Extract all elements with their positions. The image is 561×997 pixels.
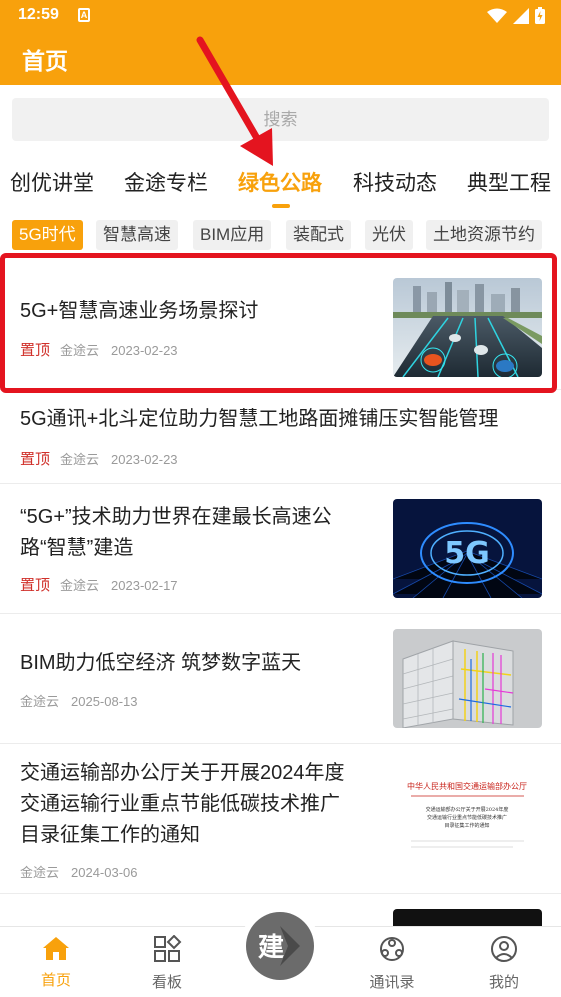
list-item[interactable]: 5G通讯+北斗定位助力智慧工地路面摊铺压实智能管理 置顶 金途云 2023-02-2… [0,390,561,484]
list-item[interactable]: BIM助力低空经济 筑梦数字蓝天 金途云 2025-08-13 [0,614,561,744]
home-icon [43,937,69,960]
contacts-icon [380,937,404,961]
article-title-line: 目录征集工作的通知 [20,824,200,846]
tab-indicator [272,204,290,208]
document-line: 目录征集工作的通知 [444,822,489,829]
article-meta: 置顶 金途云 2023-02-23 [20,339,178,360]
article-date: 2023-02-23 [111,343,178,358]
article-title: 5G通讯+北斗定位助力智慧工地路面摊铺压实智能管理 [20,408,499,430]
article-thumbnail: 5G [393,499,542,598]
chip-bim[interactable]: BIM应用 [193,220,272,250]
battery-icon [535,7,545,24]
chip-solar[interactable]: 光伏 [365,220,413,250]
document-line: 交通运输部办公厅关于开展2024年度 [426,806,509,813]
tab-jintu[interactable]: 金途专栏 [124,167,208,197]
5g-logo-text: 5G [444,536,490,571]
article-title: 交通运输部办公厅关于开展2024年度 交通运输行业重点节能低碳技术推广 目录征集… [20,758,345,851]
tab-typical-projects[interactable]: 典型工程 [467,167,551,197]
chip-5g[interactable]: 5G时代 [12,220,83,250]
nav-label: 通讯录 [369,974,415,991]
article-date: 2023-02-17 [111,578,178,593]
article-source: 金途云 [60,343,100,358]
dashboard-icon [154,934,182,962]
list-item[interactable]: 交通运输部办公厅关于开展2024年度 交通运输行业重点节能低碳技术推广 目录征集… [0,744,561,894]
article-title: 5G+智慧高速业务场景探讨 [20,300,259,322]
chip-smart-highway[interactable]: 智慧高速 [96,220,178,250]
category-tabs: 创优讲堂 金途专栏 绿色公路 科技动态 典型工程 [0,163,561,213]
subcategory-chips: 5G时代 智慧高速 BIM应用 装配式 光伏 土地资源节约 [0,220,561,252]
article-title-line: “5G+”技术助力世界在建最长高速公 [20,506,332,528]
document-line: 交通运输行业重点节能低碳技术推广 [427,814,507,821]
article-title: “5G+”技术助力世界在建最长高速公 路“智慧”建造 [20,502,332,564]
list-item[interactable]: “5G+”技术助力世界在建最长高速公 路“智慧”建造 置顶 金途云 2023-02-… [0,484,561,614]
article-source: 金途云 [60,578,100,593]
app-header: 12:59 A 首页 [0,0,561,85]
wifi-icon [487,8,507,23]
build-icon-graphic: 建 [258,926,300,966]
chip-land-saving[interactable]: 土地资源节约 [426,220,542,250]
page-title: 首页 [22,48,68,74]
article-meta: 金途云 2025-08-13 [20,691,138,710]
article-meta: 金途云 2024-03-06 [20,862,138,881]
nav-home[interactable]: 首页 [26,935,86,990]
article-source: 金途云 [20,865,60,880]
article-thumbnail [393,629,542,728]
pinned-badge: 置顶 [20,342,51,359]
document-heading: 中华人民共和国交通运输部办公厅 [407,781,527,791]
tab-chuangyou[interactable]: 创优讲堂 [10,167,94,197]
article-meta: 置顶 金途云 2023-02-17 [20,574,178,595]
notification-icon: A [78,8,90,22]
build-button[interactable]: 建 [240,906,320,986]
nav-profile[interactable]: 我的 [474,935,534,992]
nav-label: 我的 [488,974,519,991]
pinned-badge: 置顶 [20,577,51,594]
status-icons [487,7,545,24]
article-meta: 置顶 金途云 2023-02-23 [20,448,178,469]
build-label: 建 [258,933,284,963]
article-date: 2025-08-13 [71,694,138,709]
article-source: 金途云 [60,452,100,467]
highway-image [393,278,542,377]
5g-image: 5G [393,499,542,598]
article-date: 2024-03-06 [71,865,138,880]
profile-icon [491,936,517,962]
document-image: 中华人民共和国交通运输部办公厅 交通运输部办公厅关于开展2024年度 交通运输行… [393,769,542,868]
tab-tech-news[interactable]: 科技动态 [353,167,437,197]
build-icon: 建 [246,912,314,980]
tab-green-highway[interactable]: 绿色公路 [238,167,322,197]
article-date: 2023-02-23 [111,452,178,467]
list-item[interactable]: 5G+智慧高速业务场景探讨 置顶 金途云 2023-02-23 [0,254,561,390]
nav-label: 看板 [151,974,182,991]
nav-contacts[interactable]: 通讯录 [362,935,422,992]
status-time: 12:59 [18,6,59,23]
article-title-line: 交通运输部办公厅关于开展2024年度 [20,762,345,784]
article-source: 金途云 [20,694,60,709]
article-title: BIM助力低空经济 筑梦数字蓝天 [20,652,302,674]
chip-prefab[interactable]: 装配式 [286,220,351,250]
bim-image [393,629,542,728]
article-thumbnail [393,278,542,377]
pinned-badge: 置顶 [20,451,51,468]
article-thumbnail: 中华人民共和国交通运输部办公厅 交通运输部办公厅关于开展2024年度 交通运输行… [393,769,542,868]
signal-icon [513,7,529,24]
article-title-line: 路“智慧”建造 [20,537,134,559]
search-input[interactable]: 搜索 [12,98,549,141]
article-title-line: 交通运输行业重点节能低碳技术推广 [20,793,340,815]
nav-label: 首页 [40,972,71,989]
nav-dashboard[interactable]: 看板 [137,934,197,992]
status-bar: 12:59 A [0,0,561,32]
